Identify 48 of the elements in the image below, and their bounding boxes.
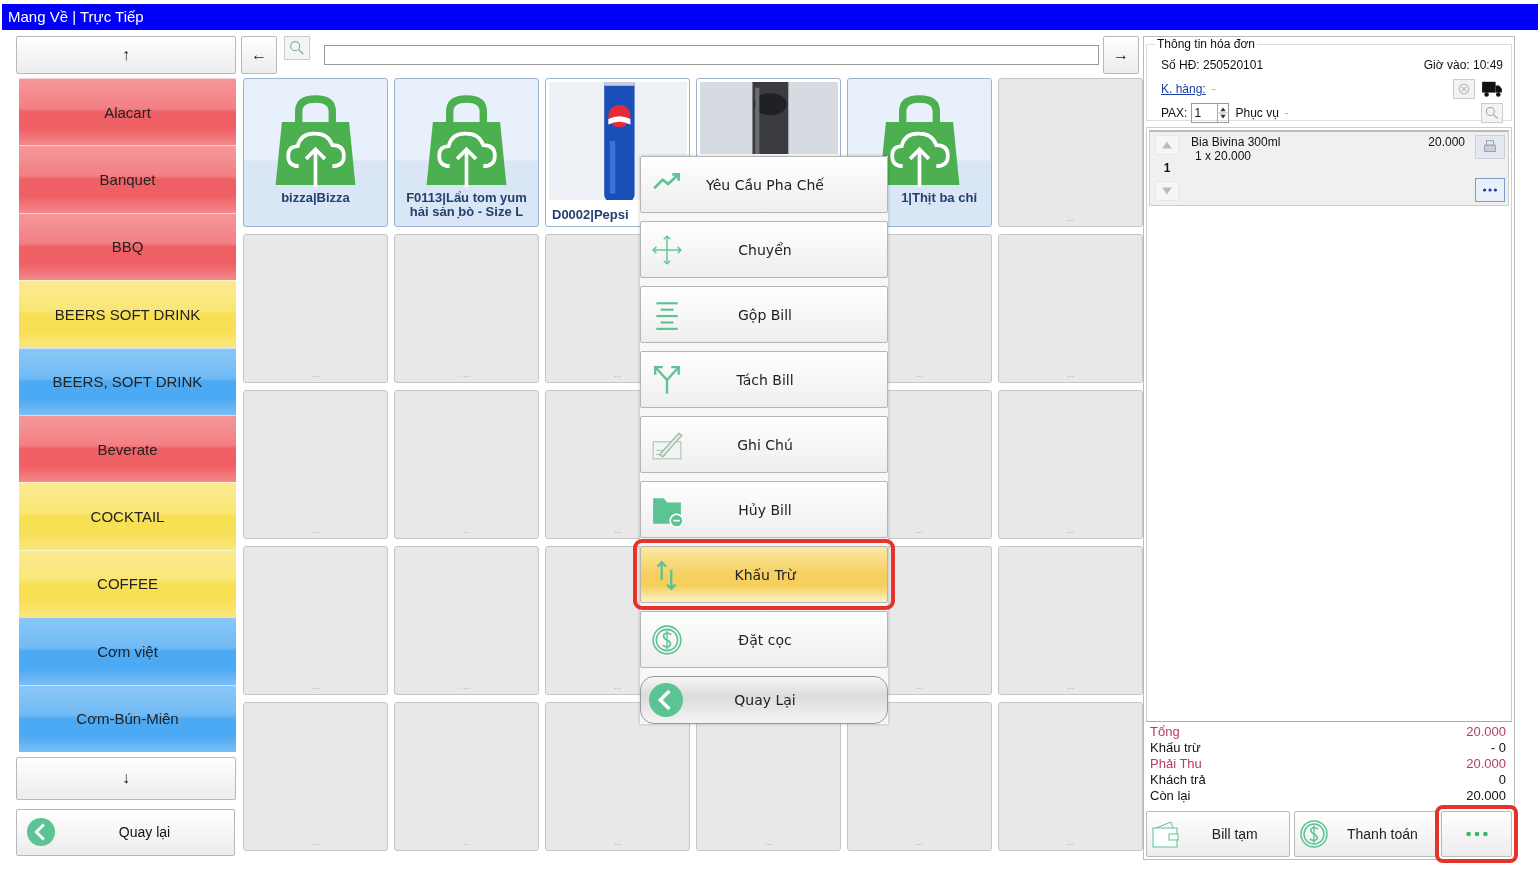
tile-label: ... xyxy=(462,682,471,691)
pax-label: PAX: xyxy=(1161,106,1188,120)
tile-label: ... xyxy=(311,682,320,691)
total-value: 20.000 xyxy=(1466,724,1506,740)
tile-label: ... xyxy=(915,526,924,535)
tile-label: ... xyxy=(915,370,924,379)
window-title: Mang Về | Trực Tiếp xyxy=(2,4,1538,30)
tile-label: ... xyxy=(462,838,471,847)
tile-label: ... xyxy=(462,526,471,535)
customer-value: - xyxy=(1211,82,1216,96)
tile-label: ... xyxy=(613,370,622,379)
tile-label: ... xyxy=(915,838,924,847)
item-amount: 20.000 xyxy=(1428,135,1465,151)
tile-label: ... xyxy=(311,838,320,847)
product-name: bizza|Bizza xyxy=(280,191,351,205)
invoice-number: Số HĐ: 250520101 xyxy=(1161,58,1264,72)
tile-label: ... xyxy=(311,370,320,379)
total-label: Khấu trừ xyxy=(1150,740,1201,756)
total-label: Phải Thu xyxy=(1150,756,1202,772)
product-name: F0113|Lẩu tom yum hải sản ̣bò - Size L xyxy=(405,191,528,219)
tile-label: ... xyxy=(1066,526,1075,535)
tile-label: ... xyxy=(1066,214,1075,223)
tile-label: ... xyxy=(613,526,622,535)
total-label: Khách trả xyxy=(1150,772,1206,788)
server-value: - xyxy=(1284,106,1289,120)
panel-title: Thông tin hóa đơn xyxy=(1156,37,1256,51)
total-value: 20.000 xyxy=(1466,756,1506,772)
check-in-time: Giờ vào: 10:49 xyxy=(1423,58,1503,72)
total-label: Tổng xyxy=(1150,724,1180,740)
tile-label: ... xyxy=(1066,838,1075,847)
product-name: D0002|Pepsi xyxy=(551,208,630,222)
product-name: 1|Thịt ba chỉ xyxy=(900,191,978,205)
tile-label: ... xyxy=(764,838,773,847)
total-value: 0 xyxy=(1498,772,1506,788)
tile-label: ... xyxy=(915,682,924,691)
total-label: Còn lại xyxy=(1150,788,1191,804)
total-value: - 0 xyxy=(1490,740,1506,756)
tile-label: ... xyxy=(311,526,320,535)
server-label: Phục vụ xyxy=(1235,106,1279,120)
tile-label: ... xyxy=(613,682,622,691)
total-value: 20.000 xyxy=(1466,788,1506,804)
tile-label: ... xyxy=(1066,370,1075,379)
tile-label: ... xyxy=(613,838,622,847)
item-detail: 1 x 20.000 xyxy=(1195,149,1253,163)
quantity: 1 xyxy=(1163,160,1171,177)
item-name: Bia Bivina 300ml xyxy=(1191,135,1282,149)
tile-label: ... xyxy=(462,370,471,379)
tile-label: ... xyxy=(1066,682,1075,691)
